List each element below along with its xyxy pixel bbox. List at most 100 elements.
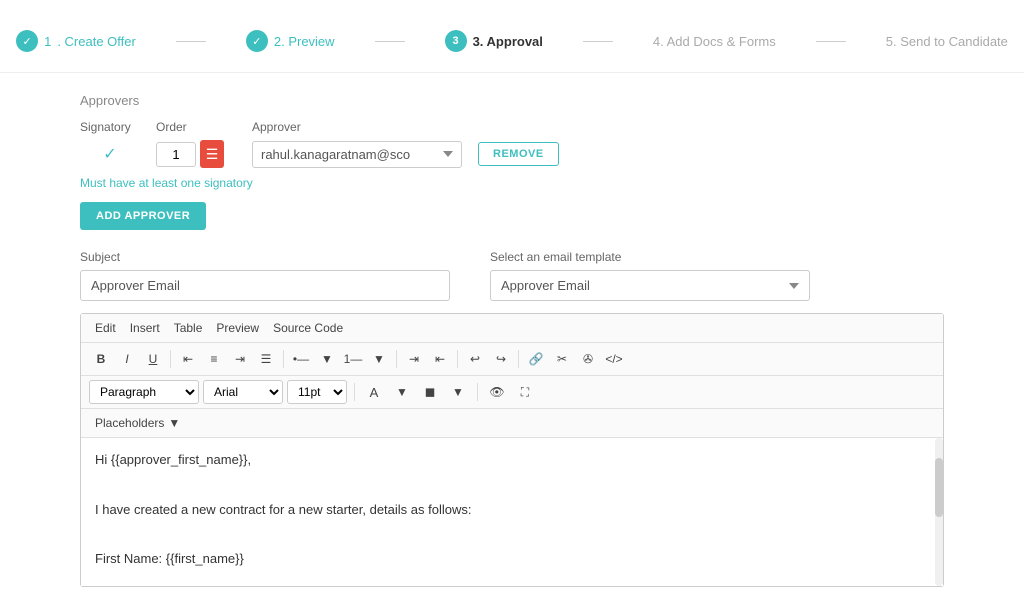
step-circle-create-offer: ✓: [16, 30, 38, 52]
step-send-candidate[interactable]: 5. Send to Candidate: [886, 34, 1008, 49]
remove-approver-button[interactable]: REMOVE: [478, 142, 559, 166]
email-template-select[interactable]: Approver Email: [490, 270, 810, 301]
menu-table[interactable]: Table: [168, 318, 209, 338]
align-center-button[interactable]: ≡: [202, 347, 226, 371]
bold-button[interactable]: B: [89, 347, 113, 371]
step-label-approval: 3. Approval: [473, 34, 543, 49]
step-label-send-candidate: 5. Send to Candidate: [886, 34, 1008, 49]
link-button[interactable]: 🔗: [524, 347, 548, 371]
underline-button[interactable]: U: [141, 347, 165, 371]
menu-source-code[interactable]: Source Code: [267, 318, 349, 338]
preview-toggle-button[interactable]: 👁: [485, 380, 509, 404]
highlight-button[interactable]: ◼: [418, 380, 442, 404]
indent-right-button[interactable]: ⇥: [402, 347, 426, 371]
order-input-wrap: ☰: [156, 140, 236, 168]
fullscreen-button[interactable]: ⛶: [513, 380, 537, 404]
editor-line-3: I have created a new contract for a new …: [95, 500, 929, 521]
align-left-button[interactable]: ⇤: [176, 347, 200, 371]
list-ol-chevron-button[interactable]: ▼: [367, 347, 391, 371]
editor-menubar: Edit Insert Table Preview Source Code: [81, 314, 943, 343]
editor-scrollbar-thumb: [935, 458, 943, 517]
step-circle-approval: 3: [445, 30, 467, 52]
step-divider-2: [375, 41, 405, 42]
placeholders-bar: Placeholders ▼: [81, 409, 943, 438]
approver-select[interactable]: rahul.kanagaratnam@sco: [252, 141, 462, 168]
toolbar-sep-5: [518, 350, 519, 368]
editor-wrapper: Hi {{approver_first_name}}, I have creat…: [81, 438, 943, 586]
redo-button[interactable]: ↪: [489, 347, 513, 371]
step-divider-1: [176, 41, 206, 42]
order-remove-button[interactable]: ☰: [200, 140, 224, 168]
code-button[interactable]: </>: [602, 347, 626, 371]
align-right-button[interactable]: ⇥: [228, 347, 252, 371]
editor-format-bar: Paragraph Arial 11pt A ▼ ◼ ▼ 👁 ⛶: [81, 376, 943, 409]
menu-preview[interactable]: Preview: [210, 318, 265, 338]
order-remove-icon: ☰: [206, 146, 219, 163]
editor-line-2: [95, 475, 929, 496]
email-template-group: Select an email template Approver Email: [490, 250, 810, 301]
step-preview[interactable]: ✓ 2. Preview: [246, 30, 335, 52]
indent-left-button[interactable]: ⇤: [428, 347, 452, 371]
signatory-checkbox: ✓: [80, 144, 140, 164]
step-circle-preview: ✓: [246, 30, 268, 52]
list-ul-button[interactable]: •—: [289, 347, 313, 371]
step-divider-3: [583, 41, 613, 42]
stepper: ✓ 1 . Create Offer ✓ 2. Preview 3 3. Appr…: [0, 0, 1024, 73]
order-input[interactable]: [156, 142, 196, 167]
step-approval[interactable]: 3 3. Approval: [445, 30, 543, 52]
add-approver-button[interactable]: ADD APPROVER: [80, 202, 206, 230]
menu-insert[interactable]: Insert: [124, 318, 166, 338]
editor-toolbar: B I U ⇤ ≡ ⇥ ☰ •— ▼ 1— ▼ ⇥ ⇤ ↩ ↪ 🔗 ✂ ✇ </…: [81, 343, 943, 376]
editor-line-4: [95, 524, 929, 545]
toolbar-sep-3: [396, 350, 397, 368]
step-divider-4: [816, 41, 846, 42]
subject-email-row: Subject Select an email template Approve…: [80, 250, 944, 301]
main-content: Approvers Signatory Order Approver ✓ ☰ r…: [0, 73, 1024, 607]
placeholders-dropdown-button[interactable]: Placeholders ▼: [89, 413, 186, 433]
paragraph-format-select[interactable]: Paragraph: [89, 380, 199, 404]
format-sep-2: [477, 383, 478, 401]
editor-line-5: First Name: {{first_name}}: [95, 549, 929, 570]
step-label-create-offer-text: . Create Offer: [57, 34, 136, 49]
unlink-button[interactable]: ✂: [550, 347, 574, 371]
approver-table-headers: Signatory Order Approver: [80, 120, 944, 134]
rich-text-editor: Edit Insert Table Preview Source Code B …: [80, 313, 944, 587]
image-button[interactable]: ✇: [576, 347, 600, 371]
toolbar-sep-1: [170, 350, 171, 368]
highlight-chevron[interactable]: ▼: [446, 380, 470, 404]
subject-label: Subject: [80, 250, 450, 264]
placeholders-label: Placeholders: [95, 416, 164, 430]
menu-edit[interactable]: Edit: [89, 318, 122, 338]
placeholders-chevron-icon: ▼: [168, 416, 180, 430]
step-label-preview: 2. Preview: [274, 34, 335, 49]
step-add-docs[interactable]: 4. Add Docs & Forms: [653, 34, 776, 49]
italic-button[interactable]: I: [115, 347, 139, 371]
subject-input[interactable]: [80, 270, 450, 301]
editor-body[interactable]: Hi {{approver_first_name}}, I have creat…: [81, 438, 943, 586]
approvers-section-title: Approvers: [80, 93, 944, 108]
step-create-offer[interactable]: ✓ 1 . Create Offer: [16, 30, 136, 52]
size-select[interactable]: 11pt: [287, 380, 347, 404]
editor-line-1: Hi {{approver_first_name}},: [95, 450, 929, 471]
approver-row: ✓ ☰ rahul.kanagaratnam@sco REMOVE: [80, 140, 944, 168]
step-label-add-docs: 4. Add Docs & Forms: [653, 34, 776, 49]
col-header-approver: Approver: [252, 120, 452, 134]
undo-button[interactable]: ↩: [463, 347, 487, 371]
font-select[interactable]: Arial: [203, 380, 283, 404]
format-sep-1: [354, 383, 355, 401]
font-color-button[interactable]: A: [362, 380, 386, 404]
font-color-chevron[interactable]: ▼: [390, 380, 414, 404]
list-ul-chevron-button[interactable]: ▼: [315, 347, 339, 371]
email-template-label: Select an email template: [490, 250, 810, 264]
list-ol-button[interactable]: 1—: [341, 347, 365, 371]
toolbar-sep-2: [283, 350, 284, 368]
col-header-signatory: Signatory: [80, 120, 140, 134]
subject-group: Subject: [80, 250, 450, 301]
align-justify-button[interactable]: ☰: [254, 347, 278, 371]
must-have-note: Must have at least one signatory: [80, 176, 944, 190]
editor-scrollbar-track[interactable]: [935, 438, 943, 586]
col-header-order: Order: [156, 120, 236, 134]
step-label-create-offer: 1: [44, 34, 51, 49]
toolbar-sep-4: [457, 350, 458, 368]
checkmark-icon: ✓: [103, 144, 116, 164]
